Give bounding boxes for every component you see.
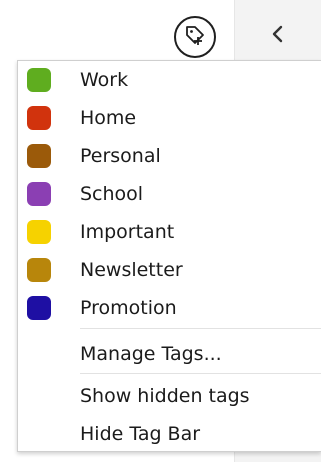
manage-tags-item[interactable]: Manage Tags... (18, 335, 321, 373)
show-hidden-tags-item[interactable]: Show hidden tags (18, 377, 321, 415)
tag-label: Personal (80, 145, 161, 167)
tag-item-newsletter[interactable]: Newsletter (18, 251, 321, 289)
tag-label: Work (80, 69, 129, 91)
tag-color-swatch (27, 258, 51, 282)
tag-item-personal[interactable]: Personal (18, 137, 321, 175)
tag-color-swatch (27, 68, 51, 92)
menu-divider (80, 328, 321, 329)
tag-label: Newsletter (80, 259, 183, 281)
hide-tag-bar-label: Hide Tag Bar (80, 423, 201, 445)
tag-item-important[interactable]: Important (18, 213, 321, 251)
tag-label: Important (80, 221, 175, 243)
tag-label: Promotion (80, 297, 177, 319)
manage-tags-label: Manage Tags... (80, 343, 222, 365)
add-tag-button[interactable] (174, 16, 216, 58)
tag-color-swatch (27, 220, 51, 244)
hide-tag-bar-item[interactable]: Hide Tag Bar (18, 415, 321, 453)
chevron-left-icon (271, 25, 285, 47)
tag-item-work[interactable]: Work (18, 61, 321, 99)
tag-dropdown-menu: Work Home Personal School Important News… (17, 60, 321, 452)
tag-item-school[interactable]: School (18, 175, 321, 213)
tag-item-promotion[interactable]: Promotion (18, 289, 321, 327)
tag-color-swatch (27, 296, 51, 320)
tag-color-swatch (27, 106, 51, 130)
tag-plus-icon (183, 23, 207, 51)
tag-label: School (80, 183, 144, 205)
menu-divider (80, 373, 321, 374)
show-hidden-tags-label: Show hidden tags (80, 385, 250, 407)
tag-label: Home (80, 107, 137, 129)
tag-color-swatch (27, 144, 51, 168)
collapse-panel-button[interactable] (264, 22, 292, 50)
tag-color-swatch (27, 182, 51, 206)
tag-item-home[interactable]: Home (18, 99, 321, 137)
